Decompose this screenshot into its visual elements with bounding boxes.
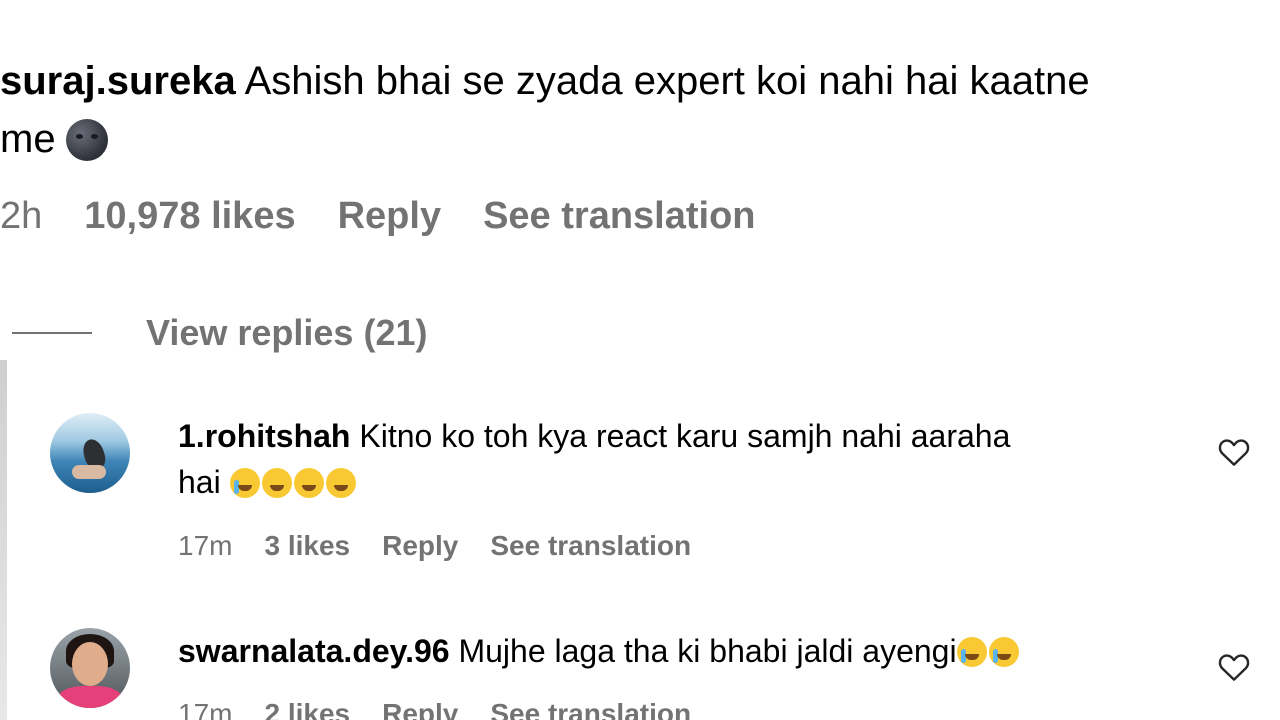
comment-likes[interactable]: 10,978 likes bbox=[84, 195, 295, 238]
comment-text-continued: me bbox=[0, 117, 56, 161]
reply-button[interactable]: Reply bbox=[338, 195, 441, 238]
reply-username[interactable]: 1.rohitshah bbox=[178, 418, 350, 454]
reply-meta: 17m 3 likes Reply See translation bbox=[178, 530, 691, 562]
view-replies-divider bbox=[12, 332, 92, 334]
view-replies-label: View replies (21) bbox=[146, 312, 428, 353]
reply-text-continued: hai bbox=[178, 464, 221, 500]
see-translation-button[interactable]: See translation bbox=[490, 530, 691, 562]
reply-time: 17m bbox=[178, 530, 233, 561]
avatar[interactable] bbox=[50, 628, 130, 708]
new-moon-face-emoji bbox=[65, 119, 108, 161]
main-comment-meta: 2h 10,978 likes Reply See translation bbox=[0, 195, 756, 238]
reply-line2: hai bbox=[178, 459, 1178, 505]
view-replies-button[interactable]: View replies (21) bbox=[12, 312, 427, 354]
loudly-crying-face-emoji bbox=[229, 468, 260, 498]
grinning-face-emoji bbox=[293, 468, 324, 498]
reply-text: Mujhe laga tha ki bhabi jaldi ayengi bbox=[458, 633, 957, 669]
see-translation-button[interactable]: See translation bbox=[490, 698, 691, 720]
hand-icon bbox=[72, 465, 106, 479]
loudly-crying-face-emoji bbox=[988, 637, 1019, 667]
reply-line1: 1.rohitshah Kitno ko toh kya react karu … bbox=[178, 413, 1178, 459]
face-shape bbox=[72, 642, 108, 686]
heart-icon[interactable] bbox=[1218, 652, 1250, 682]
reply-button[interactable]: Reply bbox=[382, 530, 458, 562]
reply-likes[interactable]: 2 likes bbox=[264, 698, 350, 720]
comment-text: Ashish bhai se zyada expert koi nahi hai… bbox=[244, 59, 1090, 103]
reply-username[interactable]: swarnalata.dey.96 bbox=[178, 633, 450, 669]
reply-likes[interactable]: 3 likes bbox=[264, 530, 350, 562]
reply-text: Kitno ko toh kya react karu samjh nahi a… bbox=[359, 418, 1011, 454]
slightly-smiling-face-emoji bbox=[325, 468, 356, 498]
comment-time: 2h bbox=[0, 195, 43, 237]
reply-text-block: swarnalata.dey.96 Mujhe laga tha ki bhab… bbox=[178, 628, 1178, 674]
comments-panel: suraj.sureka Ashish bhai se zyada expert… bbox=[0, 0, 1280, 720]
left-edge-panel bbox=[0, 360, 7, 720]
reply-time: 17m bbox=[178, 698, 233, 720]
reply-line1: swarnalata.dey.96 Mujhe laga tha ki bhab… bbox=[178, 628, 1178, 674]
face-holding-back-tears-emoji bbox=[956, 637, 987, 667]
reply-meta: 17m 2 likes Reply See translation bbox=[178, 698, 691, 720]
main-comment: suraj.sureka Ashish bhai se zyada expert… bbox=[0, 52, 1280, 168]
shirt-shape bbox=[58, 686, 122, 708]
heart-icon[interactable] bbox=[1218, 437, 1250, 467]
reply-button[interactable]: Reply bbox=[382, 698, 458, 720]
main-comment-line2: me bbox=[0, 110, 1280, 168]
reply-text-block: 1.rohitshah Kitno ko toh kya react karu … bbox=[178, 413, 1178, 505]
main-comment-line1: suraj.sureka Ashish bhai se zyada expert… bbox=[0, 52, 1280, 110]
face-with-tears-of-joy-emoji bbox=[261, 468, 292, 498]
comment-username[interactable]: suraj.sureka bbox=[0, 59, 236, 103]
avatar[interactable] bbox=[50, 413, 130, 493]
see-translation-button[interactable]: See translation bbox=[483, 195, 755, 238]
